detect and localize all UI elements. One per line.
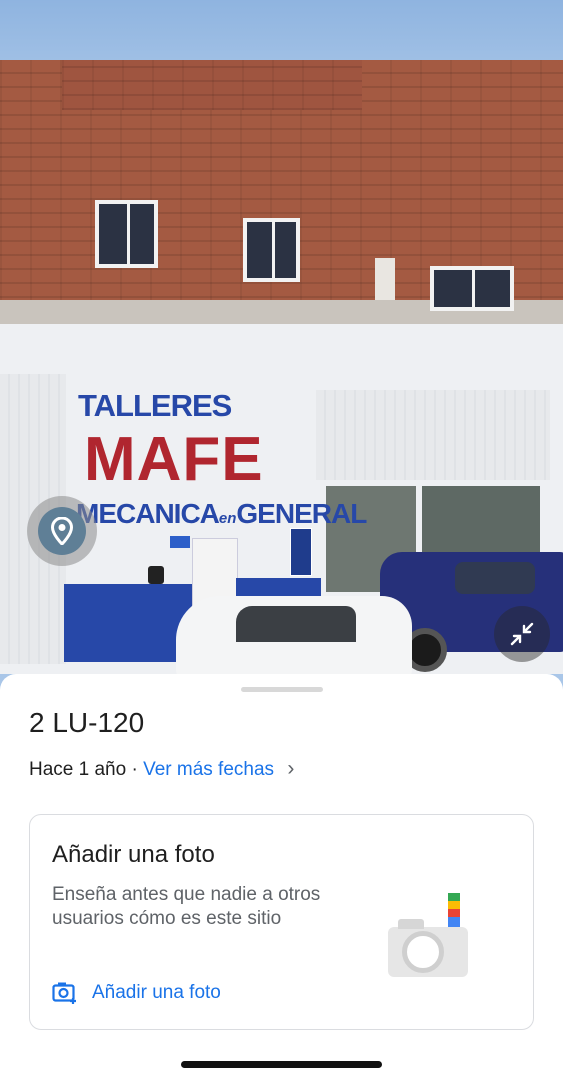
card-title: Añadir una foto xyxy=(52,841,215,868)
color-bar-green xyxy=(448,893,460,901)
sign-line-1: TALLERES xyxy=(78,388,232,423)
sign-line-3-part: MECANICA xyxy=(76,498,220,529)
chevron-right-icon[interactable]: › xyxy=(287,757,294,780)
add-photo-card: Añadir una foto Enseña antes que nadie a… xyxy=(29,814,534,1030)
capture-date: Hace 1 año xyxy=(29,759,127,780)
camera-lens xyxy=(402,931,444,973)
window xyxy=(95,200,158,268)
color-bar-yellow xyxy=(448,901,460,909)
brick-parapet xyxy=(62,60,362,110)
wall-panel xyxy=(375,258,395,300)
sign-line-3: MECANICAenGENERAL xyxy=(76,498,367,530)
sign-line-3-part: GENERAL xyxy=(236,498,367,529)
date-row: Hace 1 año · Ver más fechas › xyxy=(29,757,294,781)
add-photo-button[interactable]: Añadir una foto xyxy=(52,981,221,1005)
color-bar-red xyxy=(448,909,460,917)
sheet-drag-handle[interactable] xyxy=(241,687,323,692)
small-sign xyxy=(170,536,190,548)
right-shutter xyxy=(316,390,550,480)
add-photo-label: Añadir una foto xyxy=(92,982,221,1003)
place-bottom-sheet: 2 LU-120 Hace 1 año · Ver más fechas › A… xyxy=(0,674,563,1080)
collapse-button[interactable] xyxy=(494,606,550,662)
camera-illustration xyxy=(386,891,470,979)
card-description: Enseña antes que nadie a otros usuarios … xyxy=(52,884,321,929)
separator: · xyxy=(126,759,144,780)
truck-window xyxy=(455,562,535,594)
place-title: 2 LU-120 xyxy=(29,707,145,738)
window xyxy=(430,266,514,311)
home-indicator[interactable] xyxy=(181,1061,382,1068)
storefront-glass xyxy=(422,486,540,556)
location-pin-icon xyxy=(38,507,86,555)
sign-line-2: MAFE xyxy=(84,425,264,494)
car-window xyxy=(236,606,356,642)
color-bar-blue xyxy=(448,917,460,927)
add-photo-icon xyxy=(52,982,76,1004)
small-sign xyxy=(290,528,312,576)
street-view-photo[interactable]: TALLERES MAFE MECANICAenGENERAL xyxy=(0,0,563,690)
camera-top xyxy=(398,919,424,929)
location-button[interactable] xyxy=(27,496,97,566)
collapse-icon xyxy=(510,622,534,646)
more-dates-link[interactable]: Ver más fechas xyxy=(143,759,274,780)
window xyxy=(243,218,300,282)
sign-line-3-part: en xyxy=(218,510,237,527)
blue-base-stripe xyxy=(64,584,192,662)
mailbox xyxy=(148,566,164,584)
